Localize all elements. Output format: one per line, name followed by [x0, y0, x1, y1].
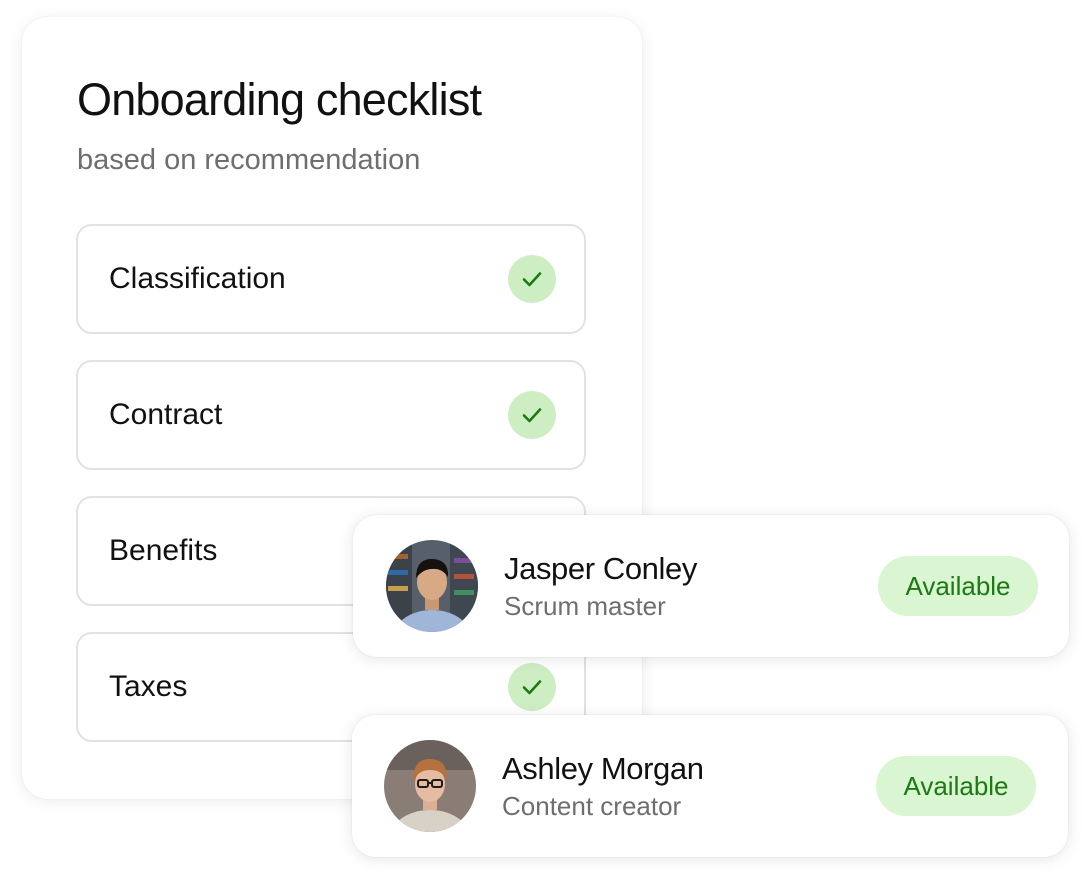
checklist-item-contract[interactable]: Contract — [76, 360, 586, 470]
checkmark-icon — [508, 663, 556, 711]
status-badge: Available — [878, 556, 1038, 616]
checkmark-icon — [508, 255, 556, 303]
person-name: Ashley Morgan — [502, 751, 704, 786]
avatar — [384, 740, 476, 832]
checklist-item-label: Benefits — [109, 534, 218, 567]
person-name: Jasper Conley — [504, 551, 697, 586]
avatar — [386, 540, 478, 632]
person-card-ashley-morgan[interactable]: Ashley Morgan Content creator Available — [352, 715, 1068, 857]
onboarding-illustration: Onboarding checklist based on recommenda… — [0, 0, 1090, 882]
checklist-subtitle: based on recommendation — [77, 144, 421, 176]
checklist-item-label: Contract — [109, 398, 223, 431]
checklist-item-label: Taxes — [109, 670, 188, 703]
status-badge: Available — [876, 756, 1036, 816]
person-role: Content creator — [502, 791, 682, 821]
person-card-jasper-conley[interactable]: Jasper Conley Scrum master Available — [353, 515, 1069, 657]
checklist-title: Onboarding checklist — [77, 74, 482, 125]
checklist-item-classification[interactable]: Classification — [76, 224, 586, 334]
onboarding-checklist-card: Onboarding checklist based on recommenda… — [22, 17, 642, 799]
checklist-item-label: Classification — [109, 262, 286, 295]
checkmark-icon — [508, 391, 556, 439]
person-role: Scrum master — [504, 591, 666, 621]
